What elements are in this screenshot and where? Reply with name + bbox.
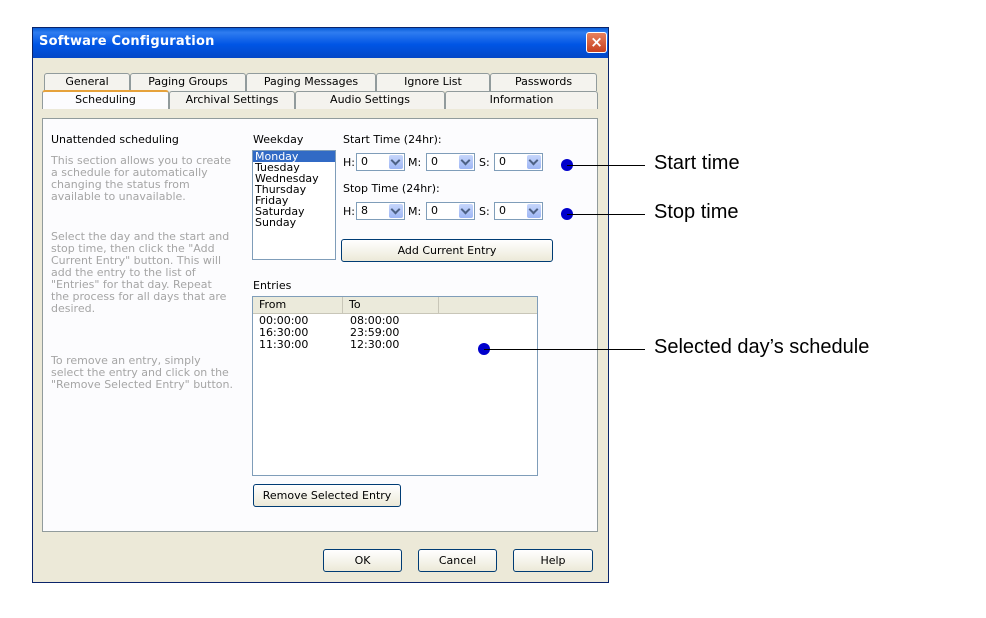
description-remove: To remove an entry, simply select the en…	[51, 355, 233, 391]
description-line: "Remove Selected Entry" button.	[51, 378, 233, 391]
stop-minute-value: 0	[431, 204, 438, 217]
stop-hour-label: H:	[343, 205, 355, 218]
help-button[interactable]: Help	[513, 549, 593, 572]
start-hour-label: H:	[343, 156, 355, 169]
start-second-value: 0	[499, 155, 506, 168]
entries-label: Entries	[253, 279, 292, 292]
tab-paging-groups[interactable]: Paging Groups	[130, 73, 246, 91]
tab-passwords[interactable]: Passwords	[490, 73, 597, 91]
stop-hour-value: 8	[361, 204, 368, 217]
stop-hour-select[interactable]: 8	[356, 202, 405, 220]
table-row[interactable]: 00:00:00 08:00:00	[253, 314, 537, 327]
chevron-down-icon[interactable]	[527, 204, 541, 218]
stop-second-label: S:	[479, 205, 490, 218]
chevron-down-icon[interactable]	[459, 155, 473, 169]
stop-time-leader-line	[567, 214, 645, 215]
stop-second-select[interactable]: 0	[494, 202, 543, 220]
description-line: desired.	[51, 302, 96, 315]
scheduling-panel: Unattended scheduling This section allow…	[42, 118, 598, 532]
start-minute-label: M:	[408, 156, 422, 169]
tab-archival-settings[interactable]: Archival Settings	[169, 91, 295, 109]
stop-minute-label: M:	[408, 205, 422, 218]
section-heading: Unattended scheduling	[51, 133, 179, 146]
entry-from: 11:30:00	[259, 338, 309, 351]
stop-minute-select[interactable]: 0	[426, 202, 475, 220]
ok-button[interactable]: OK	[323, 549, 402, 572]
schedule-leader-line	[484, 349, 645, 350]
chevron-down-icon[interactable]	[389, 204, 403, 218]
start-hour-select[interactable]: 0	[356, 153, 405, 171]
add-current-entry-button[interactable]: Add Current Entry	[341, 239, 553, 262]
tab-general[interactable]: General	[44, 73, 130, 91]
start-hour-value: 0	[361, 155, 368, 168]
column-header-filler	[439, 297, 537, 314]
table-row[interactable]: 16:30:00 23:59:00	[253, 326, 537, 339]
start-minute-value: 0	[431, 155, 438, 168]
entry-to: 12:30:00	[350, 338, 400, 351]
stop-second-value: 0	[499, 204, 506, 217]
description-intro: This section allows you to create a sche…	[51, 155, 231, 203]
chevron-down-icon[interactable]	[527, 155, 541, 169]
column-header-from[interactable]: From	[253, 297, 343, 314]
title-bar[interactable]: Software Configuration ×	[33, 28, 608, 58]
tab-audio-settings[interactable]: Audio Settings	[295, 91, 445, 109]
schedule-callout: Selected day’s schedule	[654, 336, 870, 358]
start-time-leader-line	[567, 165, 645, 166]
tab-paging-messages[interactable]: Paging Messages	[246, 73, 376, 91]
entries-list[interactable]: From To 00:00:00 08:00:00 16:30:00 23:59…	[252, 296, 538, 476]
tab-scheduling[interactable]: Scheduling	[42, 90, 169, 109]
chevron-down-icon[interactable]	[459, 204, 473, 218]
weekday-option-sunday[interactable]: Sunday	[253, 217, 335, 228]
stop-time-callout: Stop time	[654, 201, 739, 223]
description-instructions: Select the day and the start and stop ti…	[51, 231, 229, 315]
remove-selected-entry-button[interactable]: Remove Selected Entry	[253, 484, 401, 507]
start-second-label: S:	[479, 156, 490, 169]
weekday-label: Weekday	[253, 133, 304, 146]
window-title: Software Configuration	[39, 34, 215, 49]
description-line: available to unavailable.	[51, 190, 186, 203]
weekday-listbox[interactable]: Monday Tuesday Wednesday Thursday Friday…	[252, 150, 336, 260]
close-icon: ×	[590, 33, 603, 51]
start-minute-select[interactable]: 0	[426, 153, 475, 171]
start-time-label: Start Time (24hr):	[343, 133, 442, 146]
software-configuration-dialog: Software Configuration × General Paging …	[32, 27, 609, 583]
cancel-button[interactable]: Cancel	[418, 549, 497, 572]
start-time-callout: Start time	[654, 152, 740, 174]
start-second-select[interactable]: 0	[494, 153, 543, 171]
stop-time-label: Stop Time (24hr):	[343, 182, 440, 195]
chevron-down-icon[interactable]	[389, 155, 403, 169]
close-button[interactable]: ×	[586, 32, 607, 53]
tab-information[interactable]: Information	[445, 91, 598, 109]
tab-ignore-list[interactable]: Ignore List	[376, 73, 490, 91]
column-header-to[interactable]: To	[343, 297, 439, 314]
